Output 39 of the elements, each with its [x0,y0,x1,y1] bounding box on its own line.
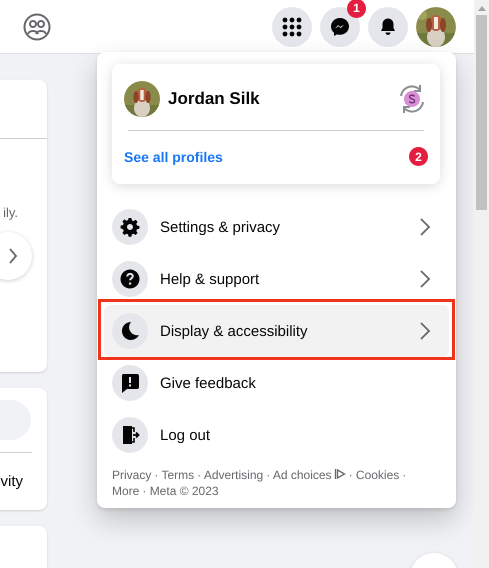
footer-link[interactable]: Privacy [112,468,152,482]
grid-icon [282,16,302,36]
ad-choices-icon[interactable] [334,468,346,480]
footer-link[interactable]: Cookies [356,468,400,482]
scroll-thumb[interactable] [476,15,487,210]
messenger-icon [330,16,350,36]
see-all-profiles-link[interactable]: See all profiles [124,148,223,164]
separator: · [348,468,353,482]
notification-badge: 2 [409,147,428,166]
footer-link[interactable]: Terms [161,468,194,482]
menu-item[interactable]: Give feedback [104,357,449,409]
question-icon [120,269,140,289]
profile-name[interactable]: Jordan Silk [168,89,388,109]
card-text: vity [0,473,24,490]
bell-icon [378,16,398,36]
menu-item[interactable]: Settings & privacy [104,201,449,253]
moon-icon [120,321,140,341]
menu-item[interactable]: Log out [104,409,449,461]
copyright-text: Meta © 2023 [150,484,219,498]
feedback-icon [120,373,140,393]
separator: · [154,468,158,482]
footer-link[interactable]: More [112,484,140,498]
notifications-button[interactable] [368,6,408,46]
logout-icon [120,425,140,445]
footer-link[interactable]: Advertising [204,468,264,482]
separator: · [142,484,146,498]
scrollbar[interactable] [474,0,489,568]
footer-link[interactable]: Ad choices [272,468,332,482]
separator: · [266,468,270,482]
card-text: ily. [3,205,19,220]
people-icon[interactable] [23,12,51,40]
menu-button[interactable] [272,6,312,46]
separator: · [197,468,202,482]
menu-item[interactable]: Display & accessibility [104,305,449,357]
chevron-right-icon [8,247,18,265]
menu-item[interactable]: Help & support [104,253,449,305]
separator: · [402,468,406,482]
notification-badge: 1 [347,0,366,18]
gear-icon [120,217,140,237]
